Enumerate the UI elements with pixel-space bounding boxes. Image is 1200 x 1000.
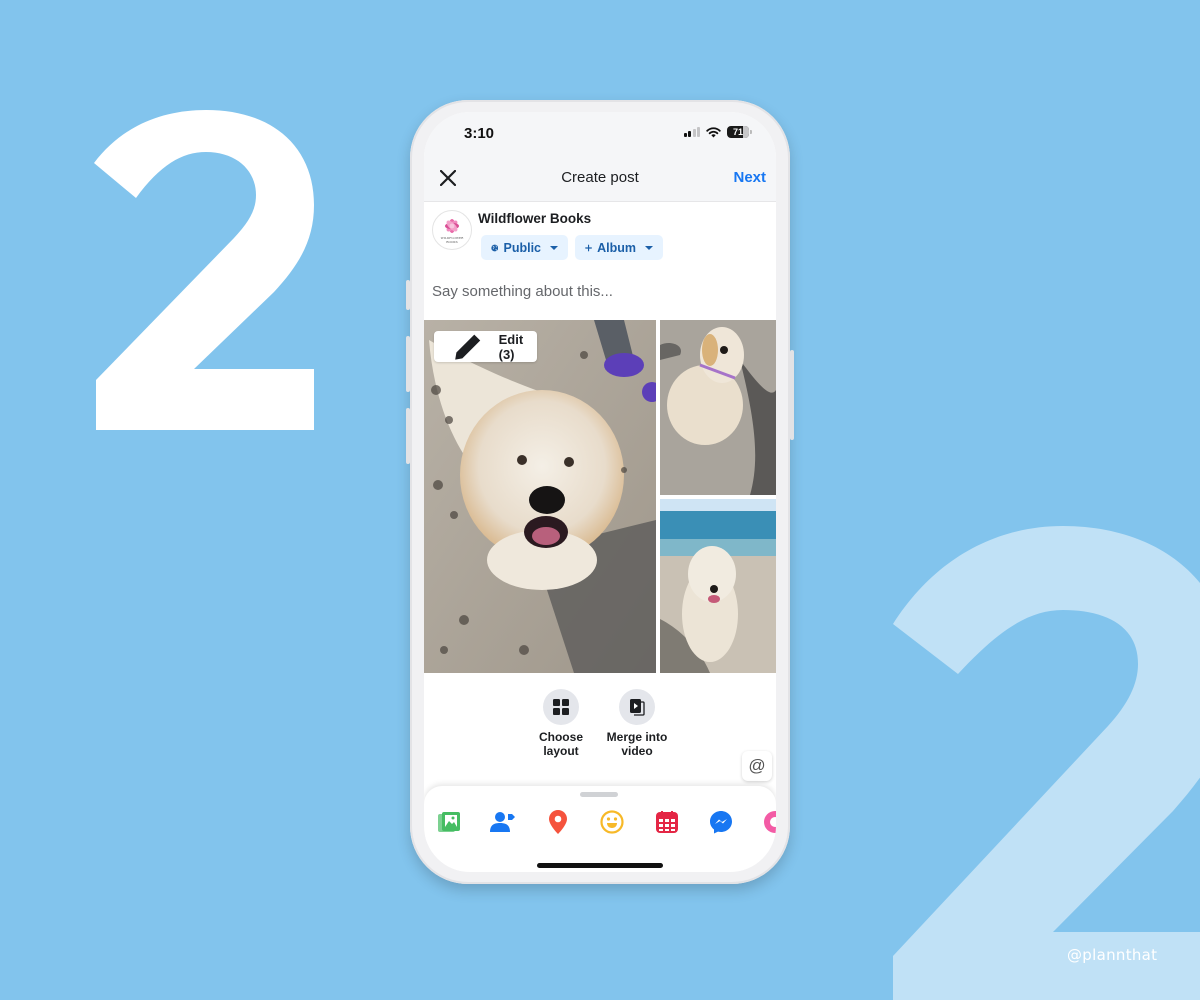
messenger-icon xyxy=(710,811,732,834)
chevron-down-icon xyxy=(645,245,653,250)
check-in-button[interactable] xyxy=(545,809,571,835)
location-icon xyxy=(549,810,567,834)
audience-selector[interactable]: Public xyxy=(481,235,568,260)
background-numeral-left xyxy=(94,110,316,430)
tag-people-button[interactable] xyxy=(490,809,516,835)
page-avatar[interactable]: WILDFLOWER BOOKS xyxy=(432,210,472,250)
tag-people-icon xyxy=(490,812,515,832)
event-icon xyxy=(656,811,678,833)
background-numeral-right xyxy=(893,526,1200,1000)
plus-icon xyxy=(585,244,592,251)
album-label: Album xyxy=(597,240,636,255)
page-name[interactable]: Wildflower Books xyxy=(478,211,591,226)
dog-photo-ocean xyxy=(660,499,776,673)
status-icons: 71 xyxy=(683,126,752,138)
grid-layout-icon xyxy=(553,699,569,715)
watermark-handle: @plannthat xyxy=(1067,946,1158,964)
phone-silent-switch xyxy=(406,280,410,310)
dog-photo-beach-closeup xyxy=(424,320,656,673)
battery-icon: 71 xyxy=(727,126,752,138)
phone-volume-up xyxy=(406,336,410,392)
phone-frame: 3:10 71 Create post Next WILDFLOWER BOOK… xyxy=(406,100,794,884)
mention-button[interactable]: @ xyxy=(742,751,772,781)
phone-power-button xyxy=(790,350,794,440)
feeling-icon xyxy=(600,810,624,834)
gif-button[interactable] xyxy=(762,809,776,835)
page-title: Create post xyxy=(561,169,639,186)
chevron-down-icon xyxy=(550,245,558,250)
feeling-activity-button[interactable] xyxy=(599,809,625,835)
status-time: 3:10 xyxy=(464,125,495,142)
merge-into-video-button[interactable]: Merge into video xyxy=(597,689,677,758)
cellular-signal-icon xyxy=(683,127,700,137)
photo-item[interactable] xyxy=(660,320,776,495)
phone-screen: 3:10 71 Create post Next WILDFLOWER BOOK… xyxy=(424,112,776,872)
photo-grid: Edit (3) xyxy=(424,320,776,673)
audience-label: Public xyxy=(503,240,541,255)
merge-video-icon xyxy=(630,699,645,716)
post-options-sheet xyxy=(424,786,776,872)
sheet-drag-handle[interactable] xyxy=(580,792,618,797)
create-post-header: Create post Next xyxy=(424,156,776,202)
add-photo-video-button[interactable] xyxy=(436,809,462,835)
phone-volume-down xyxy=(406,408,410,464)
photo-item[interactable] xyxy=(660,499,776,673)
choose-layout-button[interactable]: Choose layout xyxy=(521,689,601,758)
wifi-icon xyxy=(706,126,721,137)
flower-logo-icon xyxy=(445,219,459,233)
globe-icon xyxy=(491,244,499,251)
status-bar: 3:10 71 xyxy=(424,112,776,156)
album-selector[interactable]: Album xyxy=(575,235,663,260)
edit-photos-label: Edit (3) xyxy=(498,331,524,362)
home-indicator[interactable] xyxy=(537,863,663,868)
merge-into-video-label: Merge into video xyxy=(606,730,668,758)
post-text-input[interactable]: Say something about this... xyxy=(432,283,613,300)
choose-layout-label: Choose layout xyxy=(538,730,583,758)
pencil-icon xyxy=(455,334,481,360)
edit-photos-button[interactable]: Edit (3) xyxy=(434,331,538,362)
photo-video-icon xyxy=(438,812,460,832)
at-sign-icon: @ xyxy=(748,756,766,775)
messenger-button[interactable] xyxy=(708,809,734,835)
create-event-button[interactable] xyxy=(654,809,680,835)
next-button[interactable]: Next xyxy=(733,169,766,186)
dog-photo-sitting xyxy=(660,320,776,495)
avatar-caption: WILDFLOWER BOOKS xyxy=(440,236,464,244)
battery-percent: 71 xyxy=(732,127,743,137)
gif-icon xyxy=(764,811,776,833)
photo-item[interactable]: Edit (3) xyxy=(424,320,656,673)
